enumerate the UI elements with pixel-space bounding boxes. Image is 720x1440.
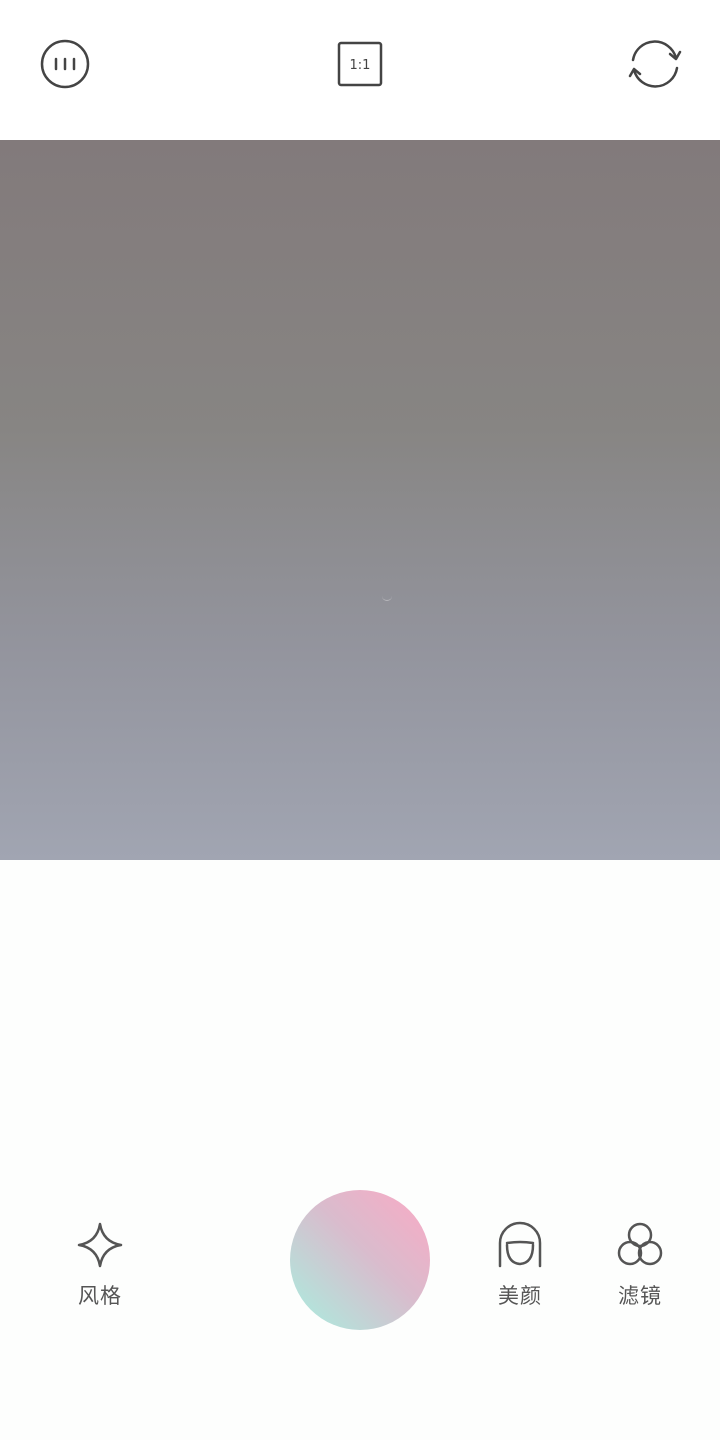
menu-button[interactable] [37,36,93,92]
aspect-ratio-button[interactable]: 1:1 [332,36,388,92]
aspect-ratio-label: 1:1 [350,58,371,73]
sparkle-icon [77,1222,123,1268]
switch-camera-button[interactable] [627,36,683,92]
filter-tool[interactable]: 滤镜 [590,1220,690,1310]
beauty-tool[interactable]: 美颜 [470,1220,570,1310]
style-tool[interactable]: 风格 [50,1220,150,1310]
filter-circles-icon [617,1222,663,1266]
face-icon [498,1221,542,1268]
bottom-controls: 风格 美颜 滤镜 [0,860,720,1440]
aspect-ratio-icon: 1:1 [337,41,383,87]
camera-viewfinder[interactable] [0,140,720,860]
style-tool-label: 风格 [78,1284,122,1308]
viewfinder-speck [382,594,392,601]
shutter-button[interactable] [290,1190,430,1330]
beauty-tool-label: 美颜 [498,1284,542,1308]
top-bar: 1:1 [0,0,720,140]
switch-camera-icon [628,40,682,88]
filter-tool-label: 滤镜 [618,1284,662,1308]
menu-circle-icon [40,39,90,89]
